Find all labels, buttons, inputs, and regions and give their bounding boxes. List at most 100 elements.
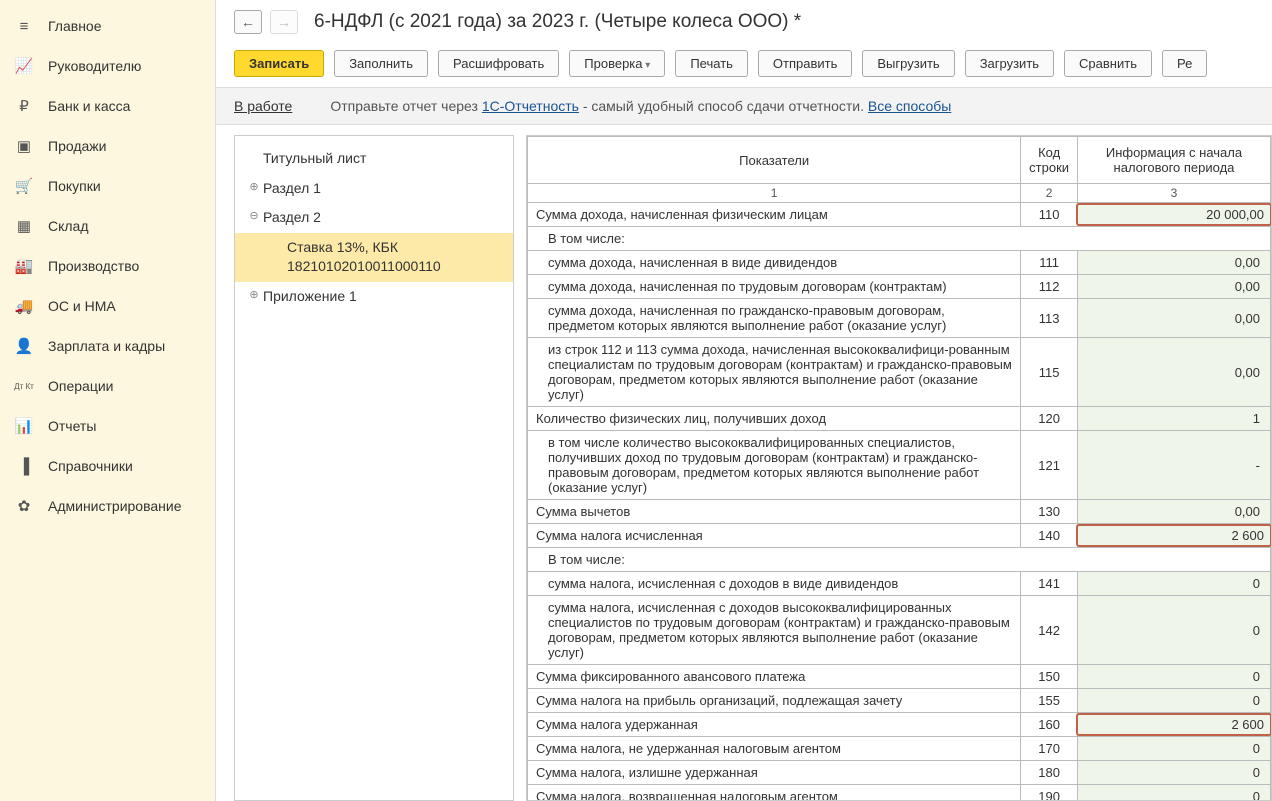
- sections-tree: Титульный лист ⊕Раздел 1⊖Раздел 2 Ставка 1…: [234, 135, 514, 801]
- value-cell[interactable]: 0,00: [1077, 299, 1270, 338]
- tree-item-4[interactable]: ⊕Приложение 1: [235, 282, 513, 312]
- sidebar-item-label: Зарплата и кадры: [48, 338, 165, 354]
- sidebar-item-label: Отчеты: [48, 418, 96, 434]
- code-cell: 180: [1021, 761, 1078, 785]
- table-row: Сумма вычетов1300,00: [528, 500, 1271, 524]
- value-cell[interactable]: 0: [1077, 665, 1270, 689]
- indicator-cell: сумма дохода, начисленная по трудовым до…: [528, 275, 1021, 299]
- value-cell[interactable]: 1: [1077, 407, 1270, 431]
- code-cell: 140: [1021, 524, 1078, 548]
- indicator-cell: сумма налога, исчисленная с доходов в ви…: [528, 572, 1021, 596]
- tree-toggle-icon[interactable]: ⊖: [245, 209, 263, 224]
- grid-header-c2: Код строки: [1021, 137, 1078, 184]
- decode-button[interactable]: Расшифровать: [438, 50, 559, 77]
- book-icon: ▐: [14, 456, 34, 476]
- tree-item-3[interactable]: Ставка 13%, КБК 18210102010011000110: [235, 233, 513, 282]
- table-row: Сумма налога, излишне удержанная1800: [528, 761, 1271, 785]
- code-cell: 112: [1021, 275, 1078, 299]
- tree-item-label: Ставка 13%, КБК 18210102010011000110: [287, 238, 503, 277]
- value-cell[interactable]: 2 600: [1077, 713, 1270, 737]
- menu-icon: ≡: [14, 16, 34, 36]
- table-row: Сумма налога на прибыль организаций, под…: [528, 689, 1271, 713]
- sidebar-item-label: ОС и НМА: [48, 298, 116, 314]
- sidebar-item-5[interactable]: ▦Склад: [0, 206, 215, 246]
- all-methods-link[interactable]: Все способы: [868, 98, 951, 114]
- tree-item-0[interactable]: Титульный лист: [235, 144, 513, 174]
- group-label: В том числе:: [528, 548, 1271, 572]
- sidebar-item-9[interactable]: Дт КтОперации: [0, 366, 215, 406]
- indicator-cell: Сумма налога, излишне удержанная: [528, 761, 1021, 785]
- compare-button[interactable]: Сравнить: [1064, 50, 1152, 77]
- sidebar-item-4[interactable]: 🛒Покупки: [0, 166, 215, 206]
- import-button[interactable]: Загрузить: [965, 50, 1054, 77]
- cart-icon: 🛒: [14, 176, 34, 196]
- sidebar-item-7[interactable]: 🚚 ОС и НМА: [0, 286, 215, 326]
- code-cell: 121: [1021, 431, 1078, 500]
- tree-item-label: Приложение 1: [263, 287, 503, 307]
- nav-forward-button[interactable]: →: [270, 10, 298, 34]
- value-cell[interactable]: 0,00: [1077, 275, 1270, 299]
- sidebar-item-2[interactable]: ₽Банк и касса: [0, 86, 215, 126]
- sidebar-item-label: Главное: [48, 18, 102, 34]
- indicator-cell: сумма налога, исчисленная с доходов высо…: [528, 596, 1021, 665]
- truck-icon: 🚚: [14, 296, 34, 316]
- value-cell[interactable]: 0,00: [1077, 338, 1270, 407]
- save-button[interactable]: Записать: [234, 50, 324, 77]
- table-row: сумма дохода, начисленная по гражданско-…: [528, 299, 1271, 338]
- sidebar-item-8[interactable]: 👤 Зарплата и кадры: [0, 326, 215, 366]
- status-link[interactable]: В работе: [234, 98, 292, 114]
- indicator-cell: Количество физических лиц, получивших до…: [528, 407, 1021, 431]
- grid-header-c3: Информация с начала налогового периода: [1077, 137, 1270, 184]
- value-cell[interactable]: 0,00: [1077, 251, 1270, 275]
- tree-item-2[interactable]: ⊖Раздел 2: [235, 203, 513, 233]
- more-button[interactable]: Ре: [1162, 50, 1207, 77]
- reporting-link[interactable]: 1С-Отчетность: [482, 98, 579, 114]
- code-cell: 120: [1021, 407, 1078, 431]
- table-row: из строк 112 и 113 сумма дохода, начисле…: [528, 338, 1271, 407]
- sidebar-item-label: Справочники: [48, 458, 133, 474]
- tree-item-1[interactable]: ⊕Раздел 1: [235, 174, 513, 204]
- value-cell[interactable]: 0: [1077, 596, 1270, 665]
- export-button[interactable]: Выгрузить: [862, 50, 954, 77]
- value-cell[interactable]: -: [1077, 431, 1270, 500]
- table-row: сумма налога, исчисленная с доходов в ви…: [528, 572, 1271, 596]
- code-cell: 111: [1021, 251, 1078, 275]
- code-cell: 155: [1021, 689, 1078, 713]
- sidebar-item-6[interactable]: 🏭Производство: [0, 246, 215, 286]
- value-cell[interactable]: 0: [1077, 761, 1270, 785]
- value-cell[interactable]: 0: [1077, 689, 1270, 713]
- check-button[interactable]: Проверка: [569, 50, 665, 77]
- send-button[interactable]: Отправить: [758, 50, 852, 77]
- ruble-icon: ₽: [14, 96, 34, 116]
- person-icon: 👤: [14, 336, 34, 356]
- grid-header-c1: Показатели: [528, 137, 1021, 184]
- sidebar-item-0[interactable]: ≡ Главное: [0, 6, 215, 46]
- sidebar-item-10[interactable]: 📊Отчеты: [0, 406, 215, 446]
- nav-back-button[interactable]: ←: [234, 10, 262, 34]
- group-label: В том числе:: [528, 227, 1271, 251]
- fill-button[interactable]: Заполнить: [334, 50, 428, 77]
- tree-toggle-icon[interactable]: ⊕: [245, 180, 263, 195]
- code-cell: 150: [1021, 665, 1078, 689]
- value-cell[interactable]: 0: [1077, 785, 1270, 801]
- indicator-cell: сумма дохода, начисленная по гражданско-…: [528, 299, 1021, 338]
- value-cell[interactable]: 0,00: [1077, 500, 1270, 524]
- print-button[interactable]: Печать: [675, 50, 748, 77]
- table-row: Сумма налога, не удержанная налоговым аг…: [528, 737, 1271, 761]
- sidebar-item-1[interactable]: 📈Руководителю: [0, 46, 215, 86]
- value-cell[interactable]: 0: [1077, 572, 1270, 596]
- sidebar-item-3[interactable]: ▣Продажи: [0, 126, 215, 166]
- tree-item-label: Титульный лист: [263, 149, 503, 169]
- info-bar: В работе Отправьте отчет через 1С-Отчетн…: [216, 87, 1272, 125]
- value-cell[interactable]: 0: [1077, 737, 1270, 761]
- toolbar: Записать Заполнить Расшифровать Проверка…: [234, 50, 1254, 77]
- sidebar-item-12[interactable]: ✿Администрирование: [0, 486, 215, 526]
- tree-toggle-icon[interactable]: ⊕: [245, 288, 263, 303]
- value-cell[interactable]: 20 000,00: [1077, 203, 1270, 227]
- sidebar-item-11[interactable]: ▐ Справочники: [0, 446, 215, 486]
- value-cell[interactable]: 2 600: [1077, 524, 1270, 548]
- table-row: Сумма фиксированного авансового платежа1…: [528, 665, 1271, 689]
- indicator-cell: Сумма фиксированного авансового платежа: [528, 665, 1021, 689]
- code-cell: 160: [1021, 713, 1078, 737]
- code-cell: 110: [1021, 203, 1078, 227]
